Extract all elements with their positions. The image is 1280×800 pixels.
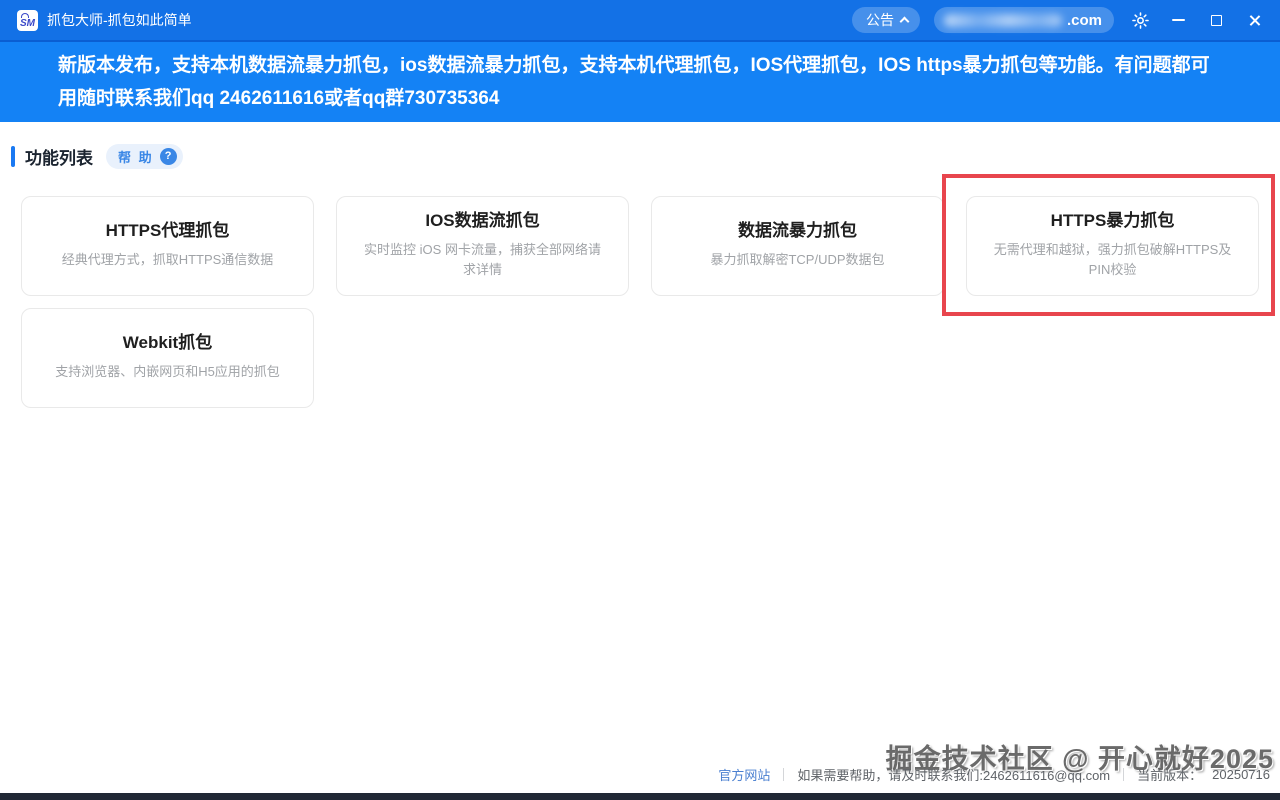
app-window: SM 抓包大师-抓包如此简单 公告 .com [0, 0, 1280, 800]
version-value: 20250716 [1212, 767, 1270, 782]
card-https-brute-capture[interactable]: HTTPS暴力抓包 无需代理和越狱，强力抓包破解HTTPS及PIN校验 [966, 196, 1259, 296]
gear-icon [1131, 11, 1150, 30]
footer: 官方网站 如果需要帮助，请及时联系我们:2462611616@qq.com 当前… [718, 765, 1270, 784]
titlebar-left: SM 抓包大师-抓包如此简单 [17, 10, 192, 31]
official-site-link[interactable]: 官方网站 [718, 765, 770, 784]
accent-bar [11, 146, 15, 167]
card-title: IOS数据流抓包 [425, 206, 539, 231]
footer-help-text: 如果需要帮助，请及时联系我们:2462611616@qq.com [797, 765, 1110, 784]
announcement-banner: 新版本发布，支持本机数据流暴力抓包，ios数据流暴力抓包，支持本机代理抓包，IO… [0, 42, 1280, 122]
close-icon [1248, 14, 1261, 27]
card-dataflow-brute-capture[interactable]: 数据流暴力抓包 暴力抓取解密TCP/UDP数据包 [651, 196, 944, 296]
card-desc: 无需代理和越狱，强力抓包破解HTTPS及PIN校验 [989, 240, 1236, 280]
settings-button[interactable] [1128, 8, 1152, 32]
titlebar: SM 抓包大师-抓包如此简单 公告 .com [0, 0, 1280, 42]
feature-card-grid: HTTPS代理抓包 经典代理方式，抓取HTTPS通信数据 IOS数据流抓包 实时… [0, 196, 1280, 408]
footer-divider [1123, 768, 1124, 781]
question-icon: ? [160, 148, 177, 165]
account-email-suffix: .com [1067, 12, 1102, 29]
help-label: 帮 助 [118, 147, 154, 166]
bottom-strip [0, 793, 1280, 800]
maximize-icon [1211, 15, 1222, 26]
app-title: 抓包大师-抓包如此简单 [47, 10, 192, 30]
card-desc: 支持浏览器、内嵌网页和H5应用的抓包 [55, 362, 280, 382]
section-header: 功能列表 帮 助 ? [11, 143, 1280, 169]
card-desc: 经典代理方式，抓取HTTPS通信数据 [62, 250, 274, 270]
minimize-icon [1172, 19, 1185, 21]
card-cell: HTTPS代理抓包 经典代理方式，抓取HTTPS通信数据 [21, 196, 314, 296]
close-button[interactable] [1242, 8, 1266, 32]
titlebar-right: 公告 .com [852, 7, 1266, 33]
card-ios-dataflow-capture[interactable]: IOS数据流抓包 实时监控 iOS 网卡流量，捕获全部网络请求详情 [336, 196, 629, 296]
app-logo-text: SM [20, 18, 35, 29]
card-desc: 暴力抓取解密TCP/UDP数据包 [710, 250, 884, 270]
chevron-up-icon [900, 17, 910, 27]
announcement-button[interactable]: 公告 [852, 7, 920, 33]
announcement-label: 公告 [866, 10, 894, 30]
card-cell: 数据流暴力抓包 暴力抓取解密TCP/UDP数据包 [651, 196, 944, 296]
card-cell: HTTPS暴力抓包 无需代理和越狱，强力抓包破解HTTPS及PIN校验 [966, 196, 1259, 296]
account-pill[interactable]: .com [934, 7, 1114, 33]
card-title: 数据流暴力抓包 [738, 216, 857, 241]
card-cell: Webkit抓包 支持浏览器、内嵌网页和H5应用的抓包 [21, 308, 314, 408]
main-content: 功能列表 帮 助 ? HTTPS代理抓包 经典代理方式，抓取HTTPS通信数据 … [0, 122, 1280, 793]
card-desc: 实时监控 iOS 网卡流量，捕获全部网络请求详情 [359, 240, 606, 280]
maximize-button[interactable] [1204, 8, 1228, 32]
version-label: 当前版本： [1137, 765, 1202, 784]
app-logo-icon: SM [17, 10, 38, 31]
card-cell: IOS数据流抓包 实时监控 iOS 网卡流量，捕获全部网络请求详情 [336, 196, 629, 296]
wifi-signal-icon [21, 13, 29, 18]
card-title: Webkit抓包 [123, 328, 212, 353]
announcement-text: 新版本发布，支持本机数据流暴力抓包，ios数据流暴力抓包，支持本机代理抓包，IO… [58, 49, 1222, 115]
footer-divider [783, 768, 784, 781]
minimize-button[interactable] [1166, 8, 1190, 32]
help-button[interactable]: 帮 助 ? [106, 144, 183, 169]
page-title: 功能列表 [25, 144, 93, 169]
card-title: HTTPS暴力抓包 [1051, 206, 1175, 231]
card-title: HTTPS代理抓包 [106, 216, 230, 241]
card-webkit-capture[interactable]: Webkit抓包 支持浏览器、内嵌网页和H5应用的抓包 [21, 308, 314, 408]
card-https-proxy-capture[interactable]: HTTPS代理抓包 经典代理方式，抓取HTTPS通信数据 [21, 196, 314, 296]
blurred-account-email [944, 14, 1062, 27]
